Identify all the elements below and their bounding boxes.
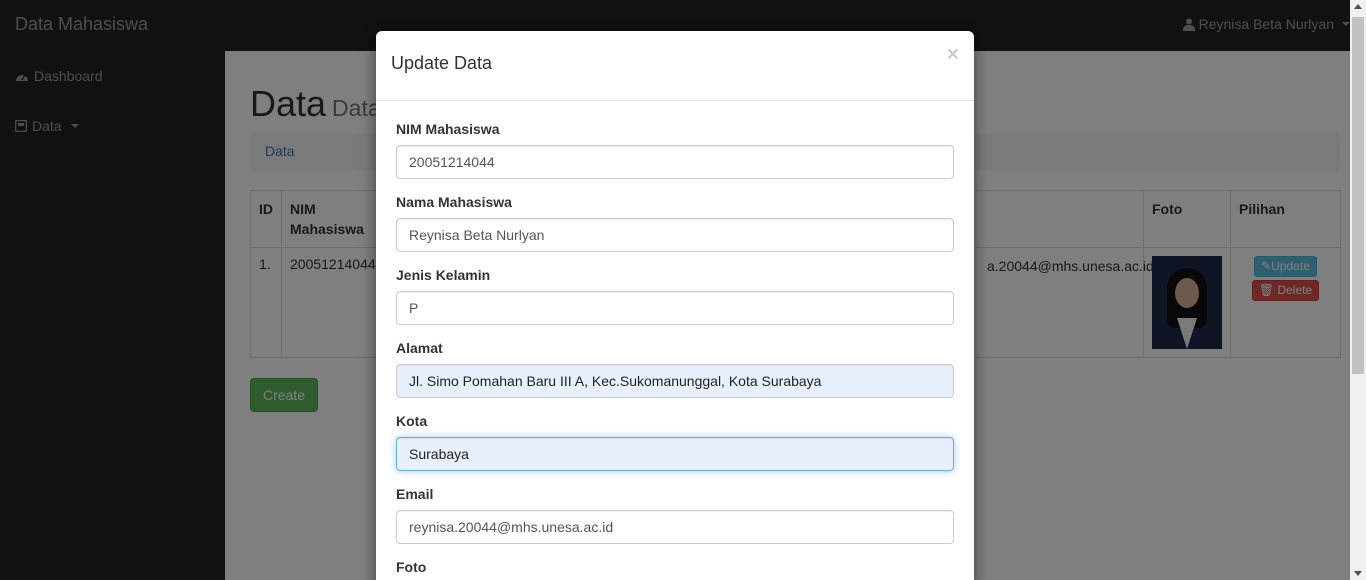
form-group-jenis-kelamin: Jenis Kelamin bbox=[396, 267, 954, 325]
email-input[interactable] bbox=[396, 510, 954, 544]
form-group-alamat: Alamat bbox=[396, 340, 954, 398]
form-group-nama: Nama Mahasiswa bbox=[396, 194, 954, 252]
form-group-email: Email bbox=[396, 486, 954, 544]
kota-label: Kota bbox=[396, 413, 428, 429]
email-label: Email bbox=[396, 486, 434, 502]
scroll-down-icon[interactable] bbox=[1354, 571, 1362, 576]
page-scrollbar[interactable] bbox=[1350, 0, 1366, 580]
modal-header: Update Data × bbox=[376, 31, 974, 101]
form-group-foto: Foto bbox=[396, 559, 954, 576]
kota-input[interactable] bbox=[396, 437, 954, 471]
alamat-input[interactable] bbox=[396, 364, 954, 398]
scroll-thumb[interactable] bbox=[1352, 17, 1364, 374]
nama-input[interactable] bbox=[396, 218, 954, 252]
nim-label: NIM Mahasiswa bbox=[396, 121, 500, 137]
jenis-kelamin-input[interactable] bbox=[396, 291, 954, 325]
modal-body: NIM Mahasiswa Nama Mahasiswa Jenis Kelam… bbox=[376, 101, 974, 576]
nim-input[interactable] bbox=[396, 145, 954, 179]
jenis-kelamin-label: Jenis Kelamin bbox=[396, 267, 491, 283]
scroll-up-icon[interactable] bbox=[1354, 4, 1362, 9]
update-modal: Update Data × NIM Mahasiswa Nama Mahasis… bbox=[376, 31, 974, 580]
modal-title: Update Data bbox=[391, 53, 493, 73]
alamat-label: Alamat bbox=[396, 340, 443, 356]
nama-label: Nama Mahasiswa bbox=[396, 194, 512, 210]
form-group-kota: Kota bbox=[396, 413, 954, 471]
form-group-nim: NIM Mahasiswa bbox=[396, 121, 954, 179]
foto-label: Foto bbox=[396, 559, 427, 575]
close-icon[interactable]: × bbox=[947, 43, 959, 67]
